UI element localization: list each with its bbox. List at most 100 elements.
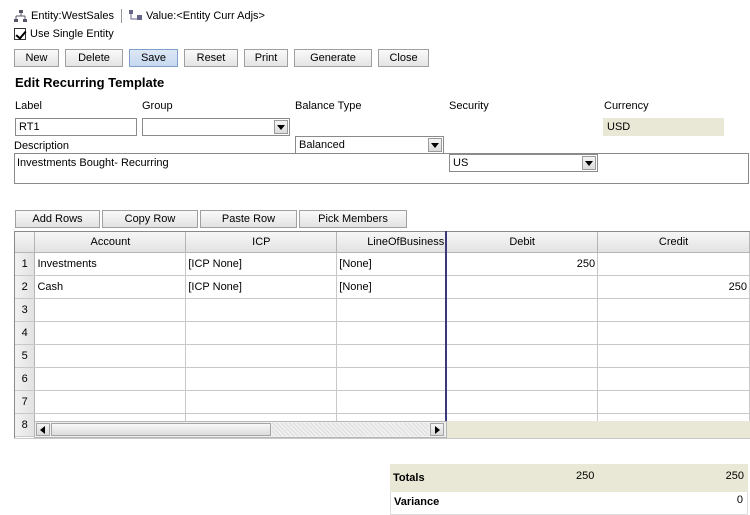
balance-type-select[interactable]: Balanced <box>295 136 444 154</box>
table-row[interactable]: 4 <box>15 321 750 345</box>
totals-label: Totals <box>393 472 425 484</box>
description-textarea[interactable]: Investments Bought- Recurring <box>14 153 749 184</box>
row-number[interactable]: 7 <box>15 390 36 414</box>
cell-account[interactable] <box>34 390 187 414</box>
debit-total: 250 <box>576 470 595 482</box>
scroll-thumb[interactable] <box>51 423 271 436</box>
print-button[interactable]: Print <box>244 49 288 67</box>
use-single-entity-checkbox[interactable] <box>14 28 26 40</box>
row-number[interactable]: 6 <box>15 367 36 391</box>
table-row[interactable]: 6 <box>15 367 750 391</box>
balance-type-caption: Balance Type <box>295 100 362 112</box>
group-caption: Group <box>142 100 173 112</box>
table-row[interactable]: 1 Investments [ICP None] [None] 250 <box>15 252 750 276</box>
paste-row-button[interactable]: Paste Row <box>200 210 297 228</box>
cell-account[interactable]: Cash <box>34 275 187 299</box>
cell-account[interactable]: Investments <box>34 252 187 276</box>
cell-account[interactable] <box>34 321 187 345</box>
grid-toolbar: Add Rows Copy Row Paste Row Pick Members <box>15 210 407 228</box>
header-separator <box>120 9 122 23</box>
totals-row: Totals 250 250 <box>390 464 748 492</box>
main-toolbar: New Delete Save Reset Print Generate Clo… <box>14 49 429 67</box>
group-dropdown-icon[interactable] <box>274 120 288 134</box>
reset-button[interactable]: Reset <box>184 49 238 67</box>
cell-credit[interactable] <box>597 321 750 345</box>
copy-row-button[interactable]: Copy Row <box>102 210 198 228</box>
entity-label: Entity:WestSales <box>31 10 114 22</box>
cell-account[interactable] <box>34 298 187 322</box>
pick-members-button[interactable]: Pick Members <box>299 210 407 228</box>
row-number[interactable]: 2 <box>15 275 36 299</box>
section-divider <box>14 192 749 194</box>
cell-lineofbusiness[interactable] <box>336 390 448 414</box>
cell-lineofbusiness[interactable] <box>336 344 448 368</box>
cell-credit[interactable] <box>597 367 750 391</box>
cell-debit[interactable] <box>446 275 599 299</box>
generate-button[interactable]: Generate <box>294 49 372 67</box>
cell-icp[interactable] <box>185 390 338 414</box>
cell-credit[interactable] <box>597 252 750 276</box>
cell-lineofbusiness[interactable] <box>336 298 448 322</box>
scroll-track[interactable] <box>272 423 429 436</box>
column-header-icp[interactable]: ICP <box>185 232 338 253</box>
cell-credit[interactable]: 250 <box>597 275 750 299</box>
security-caption: Security <box>449 100 489 112</box>
cell-debit[interactable] <box>446 298 599 322</box>
column-header-account[interactable]: Account <box>34 232 187 253</box>
cell-icp[interactable] <box>185 298 338 322</box>
table-row[interactable]: 7 <box>15 390 750 414</box>
balance-type-dropdown-icon[interactable] <box>428 138 442 152</box>
table-row[interactable]: 3 <box>15 298 750 322</box>
table-row[interactable]: 2 Cash [ICP None] [None] 250 <box>15 275 750 299</box>
cell-lineofbusiness[interactable]: [None] <box>336 252 448 276</box>
cell-lineofbusiness[interactable] <box>336 367 448 391</box>
context-bar: Entity:WestSales Value:<Entity Curr Adjs… <box>14 7 265 25</box>
cell-account[interactable] <box>34 344 187 368</box>
cell-icp[interactable] <box>185 344 338 368</box>
scroll-right-icon[interactable] <box>430 423 444 436</box>
variance-label: Variance <box>394 496 440 508</box>
cell-debit[interactable] <box>446 390 599 414</box>
add-rows-button[interactable]: Add Rows <box>15 210 100 228</box>
table-row[interactable]: 5 <box>15 344 750 368</box>
column-header-credit[interactable]: Credit <box>597 232 750 253</box>
row-number[interactable]: 5 <box>15 344 36 368</box>
row-number[interactable]: 8 <box>15 413 36 437</box>
delete-button[interactable]: Delete <box>65 49 123 67</box>
new-button[interactable]: New <box>14 49 59 67</box>
cell-account[interactable] <box>34 367 187 391</box>
cell-icp[interactable] <box>185 321 338 345</box>
cell-debit[interactable] <box>446 344 599 368</box>
frozen-column-divider[interactable] <box>445 231 447 438</box>
cell-lineofbusiness[interactable]: [None] <box>336 275 448 299</box>
totals-panel: Totals 250 250 Variance 0 <box>390 464 748 515</box>
row-number[interactable]: 3 <box>15 298 36 322</box>
grid-bottom-border <box>14 438 750 439</box>
cell-debit[interactable]: 250 <box>446 252 599 276</box>
label-input[interactable]: RT1 <box>15 118 137 136</box>
row-number[interactable]: 4 <box>15 321 36 345</box>
close-button[interactable]: Close <box>378 49 429 67</box>
cell-debit[interactable] <box>446 367 599 391</box>
horizontal-scrollbar[interactable] <box>34 421 447 438</box>
save-button[interactable]: Save <box>129 49 178 67</box>
cell-icp[interactable]: [ICP None] <box>185 275 338 299</box>
entity-hierarchy-icon <box>14 9 27 23</box>
scroll-left-icon[interactable] <box>36 423 50 436</box>
row-number[interactable]: 1 <box>15 252 36 276</box>
cell-debit[interactable] <box>446 321 599 345</box>
scroll-area-filler <box>447 421 750 438</box>
group-select[interactable] <box>142 118 290 136</box>
cell-credit[interactable] <box>597 344 750 368</box>
column-header-lineofbusiness[interactable]: LineOfBusiness <box>336 232 448 253</box>
currency-caption: Currency <box>604 100 649 112</box>
cell-icp[interactable]: [ICP None] <box>185 252 338 276</box>
journal-table: Account ICP LineOfBusiness Debit Credit … <box>15 232 750 437</box>
cell-credit[interactable] <box>597 390 750 414</box>
use-single-entity-option[interactable]: Use Single Entity <box>14 28 114 40</box>
cell-lineofbusiness[interactable] <box>336 321 448 345</box>
variance-value: 0 <box>736 494 743 506</box>
column-header-debit[interactable]: Debit <box>446 232 599 253</box>
cell-credit[interactable] <box>597 298 750 322</box>
cell-icp[interactable] <box>185 367 338 391</box>
